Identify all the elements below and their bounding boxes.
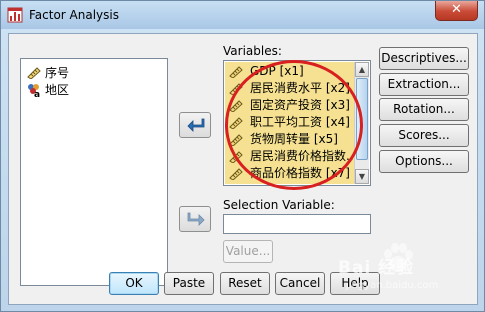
- move-to-variables-button[interactable]: [179, 112, 211, 138]
- scale-ruler-icon: [229, 117, 243, 129]
- vertical-scrollbar[interactable]: ▲ ▼: [354, 62, 369, 184]
- cancel-button[interactable]: Cancel: [275, 272, 325, 295]
- title-bar[interactable]: Factor Analysis ✕: [1, 1, 484, 29]
- nominal-variable-icon: a: [28, 84, 40, 98]
- close-button[interactable]: ✕: [435, 1, 478, 21]
- scroll-up-button[interactable]: ▲: [355, 62, 369, 77]
- reset-button[interactable]: Reset: [220, 272, 270, 295]
- scale-ruler-icon: [229, 134, 243, 146]
- list-item-label: 商品价格指数 [x7]: [250, 166, 350, 180]
- window-title: Factor Analysis: [29, 8, 119, 22]
- arrow-right-icon: [187, 212, 205, 226]
- chevron-down-icon: ▼: [358, 172, 366, 181]
- svg-text:a: a: [34, 90, 40, 98]
- watermark-brand: Bai 经验: [338, 258, 415, 278]
- scale-ruler-icon: [229, 151, 243, 163]
- arrow-right-icon: [187, 118, 205, 132]
- scale-ruler-icon: [229, 100, 243, 112]
- close-icon: ✕: [451, 2, 462, 17]
- ok-button[interactable]: OK: [109, 272, 159, 295]
- options-button[interactable]: Options...: [379, 150, 469, 173]
- chevron-up-icon: ▲: [358, 65, 366, 74]
- variables-list[interactable]: GDP [x1] 居民消费水平 [x2] 固定资产投资 [x3] 职工平均工资 …: [223, 60, 371, 186]
- scrollbar-thumb[interactable]: [356, 78, 368, 160]
- scroll-down-button[interactable]: ▼: [355, 169, 369, 184]
- variables-label: Variables:: [223, 44, 282, 58]
- selection-variable-field[interactable]: [223, 214, 371, 234]
- scores-button[interactable]: Scores...: [379, 124, 469, 147]
- selected-rows-highlight: GDP [x1] 居民消费水平 [x2] 固定资产投资 [x3] 职工平均工资 …: [225, 62, 357, 184]
- watermark-url: jingyan.baidu.com: [346, 280, 439, 291]
- scale-ruler-icon: [229, 66, 243, 78]
- scale-ruler-icon: [229, 168, 243, 180]
- descriptives-button[interactable]: Descriptives...: [379, 47, 469, 70]
- value-button[interactable]: Value...: [223, 240, 273, 263]
- scale-ruler-icon: [27, 67, 41, 79]
- source-variable-list[interactable]: 序号 a 地区: [20, 58, 168, 286]
- extraction-button[interactable]: Extraction...: [379, 73, 469, 96]
- move-to-selection-button[interactable]: [179, 206, 211, 232]
- rotation-button[interactable]: Rotation...: [379, 98, 469, 121]
- spss-app-icon: [7, 7, 23, 23]
- factor-analysis-dialog: Factor Analysis ✕ 序号 a 地区 Variables: GDP…: [0, 0, 485, 312]
- list-item-label: 地区: [45, 83, 70, 97]
- selection-variable-label: Selection Variable:: [223, 198, 335, 212]
- list-item-label: 序号: [45, 66, 70, 80]
- scale-ruler-icon: [229, 83, 243, 95]
- paste-button[interactable]: Paste: [164, 272, 214, 295]
